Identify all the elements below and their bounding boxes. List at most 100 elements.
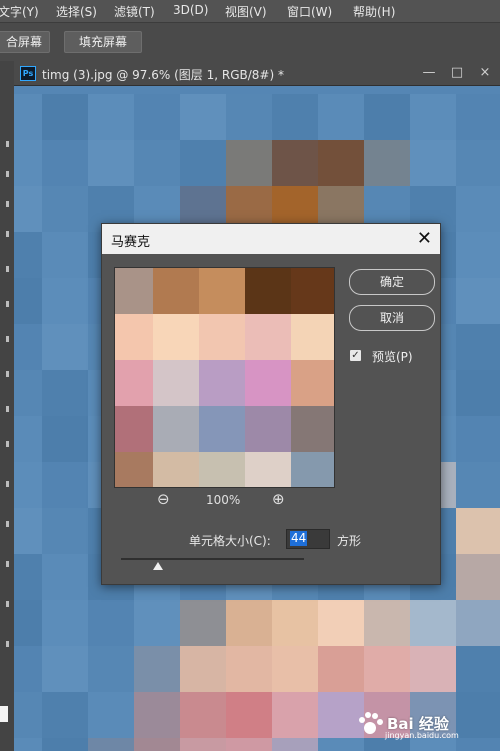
mosaic-tile — [226, 94, 272, 140]
mosaic-tile — [456, 232, 500, 278]
zoom-out-icon[interactable]: ⊖ — [157, 490, 170, 508]
mosaic-tile — [42, 324, 88, 370]
mosaic-tile — [226, 738, 272, 751]
tool-handle[interactable] — [6, 201, 9, 207]
mosaic-tile — [14, 278, 42, 324]
cancel-button[interactable]: 取消 — [349, 305, 435, 331]
menu-select[interactable]: 选择(S) — [56, 3, 97, 20]
mosaic-tile — [14, 416, 42, 462]
tool-handle[interactable] — [6, 641, 9, 647]
tool-handle[interactable] — [6, 481, 9, 487]
mosaic-tile — [42, 646, 88, 692]
preview-cell — [245, 268, 291, 314]
dialog-title: 马赛克 — [111, 235, 151, 250]
mosaic-tile — [14, 508, 42, 554]
preview-cell — [291, 314, 334, 360]
mosaic-tile — [456, 140, 500, 186]
tool-handle[interactable] — [6, 231, 9, 237]
mosaic-tile — [456, 94, 500, 140]
mosaic-tile — [14, 554, 42, 600]
preview-cell — [291, 360, 334, 406]
tool-handle[interactable] — [6, 441, 9, 447]
mosaic-tile — [42, 600, 88, 646]
mosaic-tile — [456, 600, 500, 646]
preview-cell — [245, 314, 291, 360]
tool-handle[interactable] — [6, 601, 9, 607]
mosaic-tile — [226, 140, 272, 186]
preview-cell — [199, 452, 245, 487]
preview-cell — [199, 406, 245, 452]
dialog-title-bar[interactable]: 马赛克 ✕ — [102, 224, 440, 254]
menu-3d[interactable]: 3D(D) — [173, 3, 208, 17]
mosaic-tile — [180, 692, 226, 738]
mosaic-tile — [318, 600, 364, 646]
close-icon[interactable]: ✕ — [417, 228, 432, 250]
mosaic-tile — [410, 140, 456, 186]
mosaic-tile — [456, 186, 500, 232]
fill-screen-button[interactable]: 填充屏幕 — [64, 31, 142, 53]
mosaic-tile — [272, 738, 318, 751]
tool-handle[interactable] — [6, 336, 9, 342]
fit-screen-button[interactable]: 合屏幕 — [0, 31, 50, 53]
menu-filter[interactable]: 滤镜(T) — [114, 3, 155, 20]
foreground-color-swatch[interactable] — [0, 706, 8, 722]
tool-panel — [0, 61, 14, 751]
restore-icon[interactable]: □ — [446, 63, 468, 83]
mosaic-dialog: 马赛克 ✕ 确定 取消 ✓ 预览(P) ⊖ 100% ⊕ 单元格大小(C): 4… — [101, 223, 441, 585]
preview-cell — [291, 268, 334, 314]
zoom-level: 100% — [206, 493, 241, 507]
photoshop-icon: Ps — [20, 66, 36, 81]
menu-view[interactable]: 视图(V) — [225, 3, 267, 20]
ok-button[interactable]: 确定 — [349, 269, 435, 295]
mosaic-tile — [134, 94, 180, 140]
document-tab-title[interactable]: timg (3).jpg @ 97.6% (图层 1, RGB/8#) * — [42, 66, 284, 83]
mosaic-tile — [272, 646, 318, 692]
minimize-icon[interactable]: — — [418, 63, 440, 83]
cell-size-value: 44 — [290, 531, 308, 546]
tool-handle[interactable] — [6, 266, 9, 272]
tool-handle[interactable] — [6, 521, 9, 527]
mosaic-tile — [226, 600, 272, 646]
mosaic-tile — [42, 692, 88, 738]
mosaic-tile — [410, 646, 456, 692]
mosaic-tile — [364, 94, 410, 140]
filter-preview[interactable] — [114, 267, 335, 488]
preview-checkbox[interactable]: ✓ — [350, 350, 361, 361]
tool-handle[interactable] — [6, 406, 9, 412]
cell-size-label: 单元格大小(C): — [189, 534, 271, 548]
mosaic-tile — [14, 186, 42, 232]
tool-handle[interactable] — [6, 301, 9, 307]
preview-cell — [153, 452, 199, 487]
menu-window[interactable]: 窗口(W) — [287, 3, 332, 20]
mosaic-tile — [272, 140, 318, 186]
mosaic-tile — [14, 140, 42, 186]
mosaic-tile — [410, 600, 456, 646]
tool-handle[interactable] — [6, 171, 9, 177]
mosaic-tile — [42, 416, 88, 462]
mosaic-tile — [14, 324, 42, 370]
mosaic-tile — [364, 140, 410, 186]
tool-handle[interactable] — [6, 561, 9, 567]
cell-size-input[interactable]: 44 — [286, 529, 330, 549]
preview-cell — [153, 360, 199, 406]
preview-cell — [291, 452, 334, 487]
zoom-in-icon[interactable]: ⊕ — [272, 490, 285, 508]
mosaic-tile — [42, 94, 88, 140]
menu-help[interactable]: 帮助(H) — [353, 3, 395, 20]
tool-handle[interactable] — [6, 371, 9, 377]
cell-size-slider[interactable] — [121, 558, 304, 560]
slider-thumb[interactable] — [152, 562, 163, 570]
menu-type[interactable]: 文字(Y) — [0, 3, 39, 20]
mosaic-tile — [14, 646, 42, 692]
mosaic-tile — [88, 646, 134, 692]
mosaic-tile — [456, 554, 500, 600]
preview-cell — [199, 268, 245, 314]
mosaic-tile — [14, 370, 42, 416]
close-icon[interactable]: × — [474, 63, 496, 83]
tool-handle[interactable] — [6, 141, 9, 147]
watermark-url: jingyan.baidu.com — [385, 731, 459, 740]
mosaic-tile — [318, 94, 364, 140]
mosaic-tile — [180, 600, 226, 646]
preview-cell — [153, 268, 199, 314]
document-tab-bar: Ps timg (3).jpg @ 97.6% (图层 1, RGB/8#) *… — [14, 61, 500, 86]
